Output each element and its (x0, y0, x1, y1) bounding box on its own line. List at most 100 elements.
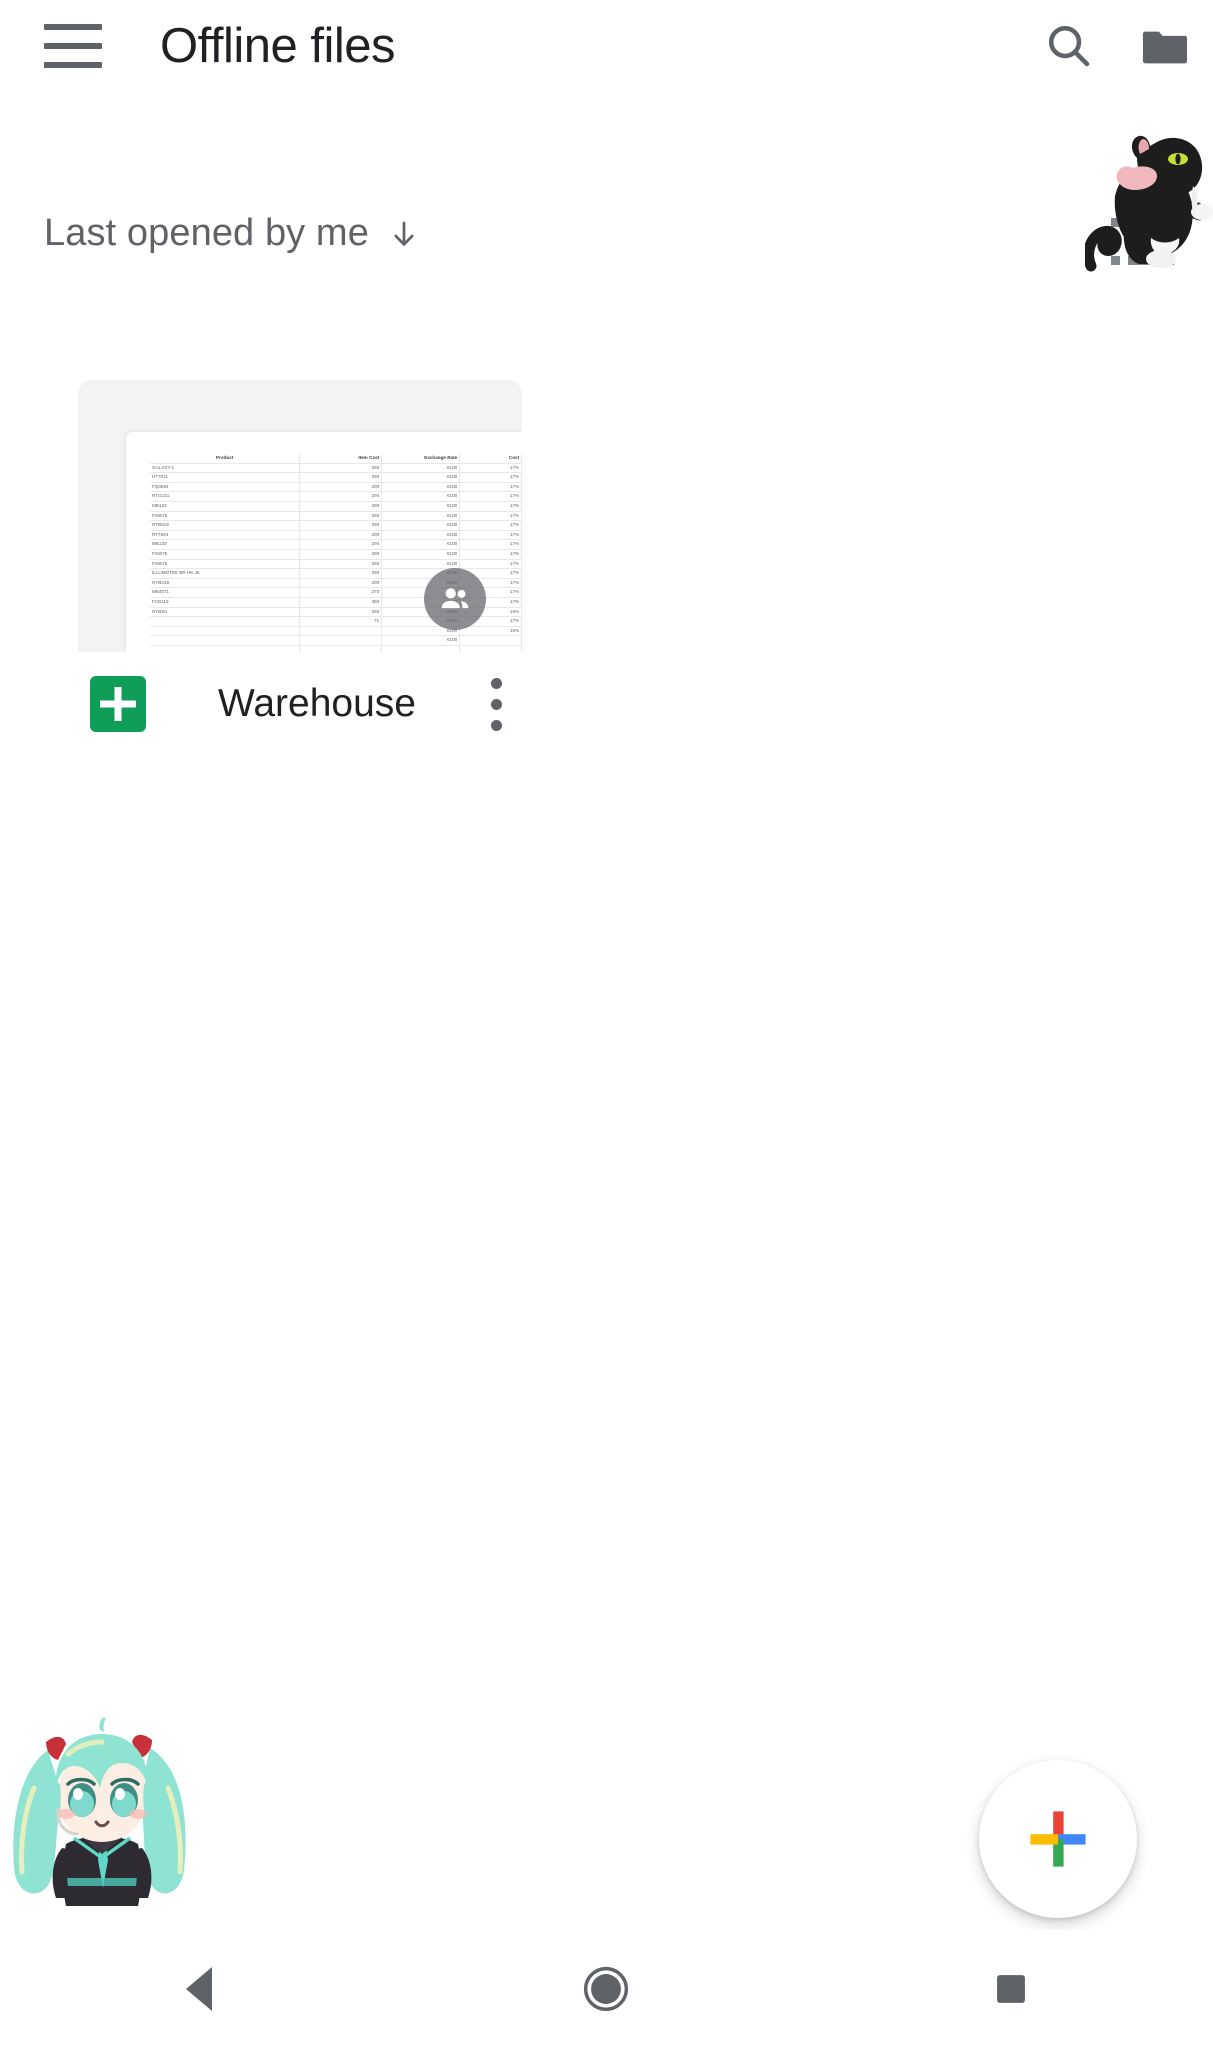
list-view-bullet (1111, 218, 1120, 227)
hamburger-bar (44, 62, 102, 68)
table-cell: FCB113 (150, 597, 301, 608)
nav-home-button[interactable] (404, 1930, 808, 2048)
table-cell (459, 635, 522, 646)
table-cell: 290 (299, 568, 383, 579)
app-bar-actions (1021, 0, 1213, 92)
table-cell: FSW75 (150, 511, 301, 522)
table-row: FSW75290€10017%33%1 380 7.70 (150, 549, 522, 560)
table-cell: 290 (299, 501, 383, 512)
sheets-icon (90, 676, 146, 732)
table-row: MB133290€10017%33%1 380 7.70 (150, 501, 522, 512)
overflow-dot (490, 719, 502, 731)
table-cell: 17% (459, 491, 522, 502)
table-cell: RT7844 (150, 530, 301, 541)
hamburger-menu-icon[interactable] (44, 24, 102, 68)
table-header-row: Product Item Cost Exchange Rate Cost Mar… (150, 454, 522, 464)
table-cell: €100 (381, 559, 461, 570)
app-bar: Offline files (0, 0, 1213, 92)
column-header: Product (150, 454, 301, 464)
table-cell: 17% (459, 539, 522, 550)
table-cell (299, 645, 383, 652)
table-cell (459, 645, 522, 652)
file-card[interactable]: Product Item Cost Exchange Rate Cost Mar… (78, 380, 522, 756)
table-cell: FQ0594 (150, 482, 301, 493)
square-recents-icon (996, 1975, 1025, 2003)
table-row: RTB019290€10017%33%1 2680 0.95 (150, 520, 522, 531)
table-cell: €100 (381, 482, 461, 493)
table-cell (299, 626, 383, 637)
list-view-icon[interactable] (1111, 218, 1183, 280)
table-cell (150, 626, 301, 637)
table-cell: 17% (459, 463, 522, 474)
table-cell: FSW75 (150, 559, 301, 570)
table-cell: HT7011 (150, 472, 301, 483)
table-cell: 290 (299, 520, 383, 531)
create-new-button[interactable] (979, 1760, 1137, 1918)
search-icon[interactable] (1021, 0, 1117, 92)
table-cell: €100 (381, 530, 461, 541)
table-cell: €100 (381, 520, 461, 531)
more-vert-icon[interactable] (470, 669, 522, 739)
table-cell: 17% (459, 511, 522, 522)
table-cell (299, 635, 383, 646)
table-cell (150, 635, 301, 646)
table-cell: FSW75 (150, 549, 301, 560)
table-row: FQ0594290€10017%33%1 350 1.075 (150, 482, 522, 493)
table-cell: MB133 (150, 539, 301, 550)
file-meta-row: Warehouse (78, 652, 522, 756)
table-cell: 270 (299, 587, 383, 598)
nav-recents-button[interactable] (809, 1930, 1213, 2048)
table-cell: 16% (459, 626, 522, 637)
anime-girl-sticker (4, 1692, 200, 1914)
table-cell: 290 (299, 539, 383, 550)
list-view-row (1111, 256, 1183, 265)
list-view-line (1128, 218, 1172, 227)
table-cell: 71 (299, 616, 383, 627)
table-cell: ILLUMOTEK BR HK JK (150, 568, 301, 579)
list-view-bullet (1111, 256, 1120, 265)
table-cell: €100 (381, 472, 461, 483)
table-cell: 290 (299, 578, 383, 589)
plus-icon (1030, 1811, 1086, 1867)
column-header: Cost (459, 454, 522, 464)
table-cell: RTB019 (150, 520, 301, 531)
nav-back-button[interactable] (0, 1930, 404, 2048)
arrow-down-icon (387, 215, 421, 253)
table-cell: 17% (459, 472, 522, 483)
table-cell: 290 (299, 472, 383, 483)
table-row: RTG131290€10017%33%1 380 7.70 (150, 491, 522, 502)
app-screen: Offline files Last opened by me Product … (0, 0, 1213, 2048)
table-cell: RYB8U (150, 607, 301, 618)
table-cell: 17% (459, 549, 522, 560)
table-cell: 17% (459, 530, 522, 541)
table-cell: RTG131 (150, 491, 301, 502)
table-cell: 290 (299, 559, 383, 570)
sort-control[interactable]: Last opened by me (44, 212, 421, 255)
table-cell (150, 645, 301, 652)
overflow-dot (490, 677, 502, 689)
table-row (150, 645, 522, 652)
table-cell: 290 (299, 463, 383, 474)
list-view-row (1111, 237, 1183, 246)
table-row: €10029.45 (150, 635, 522, 646)
table-cell: GALAXY-1 (150, 463, 301, 474)
hamburger-bar (44, 24, 102, 30)
list-view-row (1111, 218, 1183, 227)
folder-icon[interactable] (1117, 0, 1213, 92)
table-cell: €100 (381, 549, 461, 560)
triangle-back-icon (186, 1967, 213, 2011)
table-cell: €100 (381, 501, 461, 512)
table-cell: 350 (299, 597, 383, 608)
hamburger-bar (44, 43, 102, 49)
people-icon (441, 588, 469, 609)
file-thumbnail[interactable]: Product Item Cost Exchange Rate Cost Mar… (78, 380, 522, 652)
table-row: GALAXY-1290€10017%33%NEGOCIATE (150, 463, 522, 474)
table-cell: RYB019 (150, 578, 301, 589)
table-cell: 17% (459, 482, 522, 493)
table-cell: €100 (381, 511, 461, 522)
table-cell: 17% (459, 501, 522, 512)
list-view-bullet (1111, 237, 1120, 246)
table-cell (150, 616, 301, 627)
column-header: Exchange Rate (381, 454, 461, 464)
system-navigation-bar (0, 1930, 1213, 2048)
